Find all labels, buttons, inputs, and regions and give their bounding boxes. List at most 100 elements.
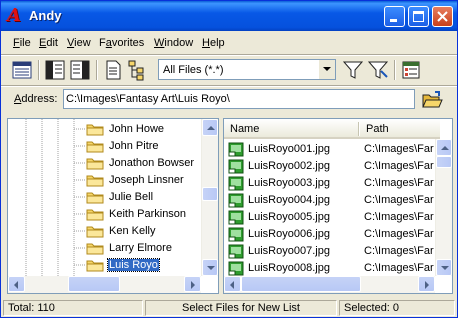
toolbar-divider (394, 60, 396, 80)
scroll-right-button[interactable] (184, 276, 201, 292)
status-total: Total: 110 (3, 300, 143, 316)
column-header-path[interactable]: Path (360, 119, 440, 139)
tree-item[interactable]: Larry Elmore (8, 240, 204, 257)
folder-icon (86, 141, 104, 153)
scroll-up-button[interactable] (202, 119, 218, 136)
tree-item-label: John Howe (109, 123, 165, 135)
tree-item[interactable]: John Pitre (8, 138, 204, 155)
file-list[interactable]: Name Path LuisRoyo001.jpg C:\Images\Far Lu… (223, 118, 453, 294)
tree-horizontal-scrollbar[interactable] (8, 276, 201, 293)
file-row[interactable]: LuisRoyo003.jpg C:\Images\Far (226, 175, 436, 192)
list-horizontal-scrollbar[interactable] (224, 276, 435, 293)
menu-help-accel: H (202, 37, 210, 49)
scroll-up-button[interactable] (436, 139, 452, 156)
minimize-button[interactable] (384, 6, 405, 27)
menu-window-label: indow (164, 37, 194, 49)
menu-favorites[interactable]: Favorites (99, 37, 144, 49)
tree-item[interactable]: Joseph Linsner (8, 172, 204, 189)
app-window: A Andy File Edit View Favorites Window H… (0, 0, 458, 318)
address-bar: Address: C:\Images\Fantasy Art\Luis Royo… (1, 87, 457, 113)
address-input[interactable]: C:\Images\Fantasy Art\Luis Royo\ (63, 89, 415, 109)
menu-help[interactable]: Help (202, 37, 225, 49)
file-name: LuisRoyo007.jpg (248, 245, 330, 257)
file-row[interactable]: LuisRoyo002.jpg C:\Images\Far (226, 158, 436, 175)
new-document-button[interactable] (102, 59, 124, 81)
menu-help-label: elp (209, 37, 225, 49)
scroll-left-button[interactable] (8, 276, 25, 292)
tree-item[interactable]: John Howe (8, 121, 204, 138)
tree-item-label: Jonathon Bowser (109, 157, 194, 169)
app-logo-icon: A (7, 5, 21, 26)
list-button[interactable] (400, 59, 422, 81)
menu-view[interactable]: View (67, 37, 91, 49)
window-title: Andy (29, 8, 62, 23)
split-left-icon (45, 60, 65, 80)
folder-icon (86, 209, 104, 221)
tree-item[interactable]: Keith Parkinson (8, 206, 204, 223)
folder-icon (86, 243, 104, 255)
scroll-right-button[interactable] (418, 276, 435, 292)
file-row[interactable]: LuisRoyo007.jpg C:\Images\Far (226, 243, 436, 260)
tree-view-button[interactable] (127, 59, 149, 81)
image-file-icon (228, 261, 244, 276)
list-icon (402, 61, 420, 79)
file-name: LuisRoyo008.jpg (248, 262, 330, 274)
filter-button[interactable] (342, 59, 364, 81)
split-right-button[interactable] (69, 59, 91, 81)
file-path: C:\Images\Far (364, 194, 434, 206)
maximize-button[interactable] (408, 6, 429, 27)
filter-edit-button[interactable] (367, 59, 389, 81)
toolbar-divider (38, 60, 40, 80)
folder-icon (86, 192, 104, 204)
scroll-down-button[interactable] (436, 259, 452, 276)
file-row[interactable]: LuisRoyo008.jpg C:\Images\Far (226, 260, 436, 277)
split-right-icon (70, 60, 90, 80)
file-row[interactable]: LuisRoyo005.jpg C:\Images\Far (226, 209, 436, 226)
folder-tree[interactable]: John Howe John Pitre Jonathon Bowser Joseph… (7, 118, 219, 294)
chevron-down-icon[interactable] (319, 60, 335, 79)
file-row[interactable]: LuisRoyo001.jpg C:\Images\Far (226, 141, 436, 158)
menu-file-label: ile (19, 37, 31, 49)
toolbar: All Files (*.*) (1, 56, 457, 86)
status-bar: Total: 110 Select Files for New List Sel… (1, 298, 457, 318)
column-header-name[interactable]: Name (224, 119, 360, 139)
file-row[interactable]: LuisRoyo004.jpg C:\Images\Far (226, 192, 436, 209)
close-button[interactable] (432, 6, 453, 27)
tree-item[interactable]: Julie Bell (8, 189, 204, 206)
folder-icon (86, 158, 104, 170)
scroll-thumb[interactable] (202, 187, 218, 201)
file-name: LuisRoyo006.jpg (248, 228, 330, 240)
scroll-left-button[interactable] (224, 276, 241, 292)
file-filter-value: All Files (*.*) (163, 64, 224, 76)
image-file-icon (228, 244, 244, 259)
tree-vertical-scrollbar[interactable] (201, 119, 218, 276)
tree-item-label: Larry Elmore (109, 242, 172, 254)
file-path: C:\Images\Far (364, 160, 434, 172)
scroll-thumb[interactable] (241, 276, 361, 292)
file-row[interactable]: LuisRoyo006.jpg C:\Images\Far (226, 226, 436, 243)
menu-window[interactable]: Window (154, 37, 193, 49)
menu-view-label: iew (74, 37, 91, 49)
address-label: Address: (14, 93, 57, 105)
scroll-thumb[interactable] (68, 276, 120, 292)
details-view-button[interactable] (11, 59, 33, 81)
open-folder-icon (422, 91, 443, 108)
tree-item-label: Ken Kelly (109, 225, 156, 237)
image-file-icon (228, 193, 244, 208)
tree-item-label: Julie Bell (109, 191, 154, 203)
title-bar[interactable]: A Andy (1, 1, 457, 31)
split-left-button[interactable] (44, 59, 66, 81)
scroll-down-button[interactable] (202, 259, 218, 276)
menu-file[interactable]: File (13, 37, 31, 49)
document-icon (106, 60, 121, 80)
close-icon (437, 11, 448, 22)
list-vertical-scrollbar[interactable] (435, 139, 452, 276)
tree-item[interactable]: Ken Kelly (8, 223, 204, 240)
tree-item[interactable]: Jonathon Bowser (8, 155, 204, 172)
scroll-thumb[interactable] (436, 156, 452, 168)
tree-item[interactable]: Luis Royo (8, 257, 204, 274)
menu-favorites-pre: F (99, 37, 106, 49)
menu-edit[interactable]: Edit (39, 37, 58, 49)
file-filter-select[interactable]: All Files (*.*) (158, 59, 336, 80)
browse-folder-button[interactable] (421, 90, 443, 110)
